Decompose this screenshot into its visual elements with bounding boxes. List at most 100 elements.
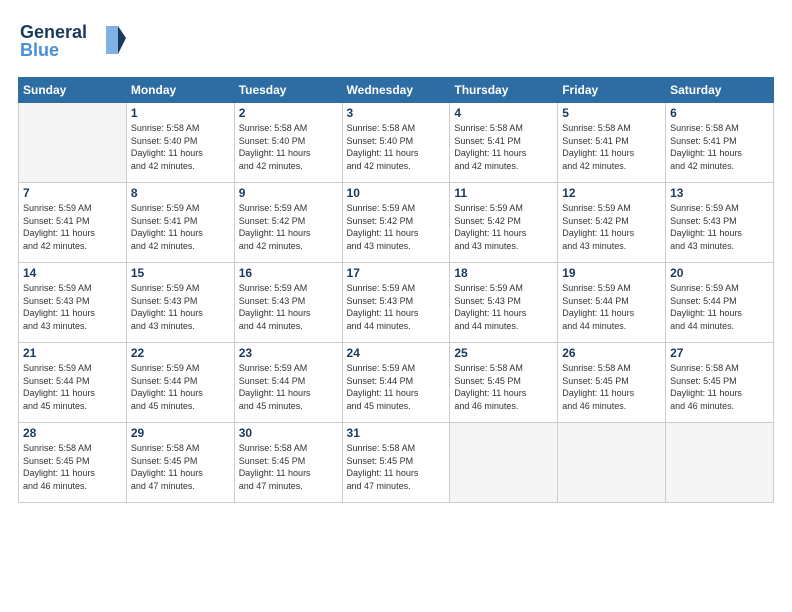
day-number: 9: [239, 186, 338, 200]
day-info: Sunrise: 5:58 AM Sunset: 5:40 PM Dayligh…: [347, 122, 446, 172]
weekday-header-saturday: Saturday: [666, 78, 774, 103]
day-info: Sunrise: 5:59 AM Sunset: 5:44 PM Dayligh…: [23, 362, 122, 412]
weekday-header-thursday: Thursday: [450, 78, 558, 103]
day-number: 20: [670, 266, 769, 280]
day-info: Sunrise: 5:59 AM Sunset: 5:43 PM Dayligh…: [454, 282, 553, 332]
day-number: 31: [347, 426, 446, 440]
day-info: Sunrise: 5:58 AM Sunset: 5:41 PM Dayligh…: [562, 122, 661, 172]
calendar-cell: 10 Sunrise: 5:59 AM Sunset: 5:42 PM Dayli…: [342, 183, 450, 263]
day-number: 2: [239, 106, 338, 120]
day-number: 19: [562, 266, 661, 280]
week-row-4: 21 Sunrise: 5:59 AM Sunset: 5:44 PM Dayli…: [19, 343, 774, 423]
day-info: Sunrise: 5:59 AM Sunset: 5:44 PM Dayligh…: [347, 362, 446, 412]
calendar-cell: 28Sunrise: 5:58 AM Sunset: 5:45 PM Dayli…: [19, 423, 127, 503]
day-info: Sunrise: 5:59 AM Sunset: 5:41 PM Dayligh…: [131, 202, 230, 252]
day-number: 7: [23, 186, 122, 200]
day-info: Sunrise: 5:58 AM Sunset: 5:40 PM Dayligh…: [131, 122, 230, 172]
day-number: 5: [562, 106, 661, 120]
day-info: Sunrise: 5:59 AM Sunset: 5:42 PM Dayligh…: [347, 202, 446, 252]
weekday-header-friday: Friday: [558, 78, 666, 103]
calendar-cell: 17 Sunrise: 5:59 AM Sunset: 5:43 PM Dayli…: [342, 263, 450, 343]
calendar-cell: 22Sunrise: 5:59 AM Sunset: 5:44 PM Dayli…: [126, 343, 234, 423]
day-info: Sunrise: 5:59 AM Sunset: 5:42 PM Dayligh…: [239, 202, 338, 252]
week-row-2: 7 Sunrise: 5:59 AM Sunset: 5:41 PM Daylig…: [19, 183, 774, 263]
day-number: 18: [454, 266, 553, 280]
week-row-3: 14 Sunrise: 5:59 AM Sunset: 5:43 PM Dayli…: [19, 263, 774, 343]
weekday-header-tuesday: Tuesday: [234, 78, 342, 103]
day-number: 27: [670, 346, 769, 360]
calendar-cell: 4 Sunrise: 5:58 AM Sunset: 5:41 PM Daylig…: [450, 103, 558, 183]
day-number: 11: [454, 186, 553, 200]
day-number: 3: [347, 106, 446, 120]
calendar-cell: 19Sunrise: 5:59 AM Sunset: 5:44 PM Dayli…: [558, 263, 666, 343]
day-number: 21: [23, 346, 122, 360]
day-number: 17: [347, 266, 446, 280]
calendar-page: General Blue SundayMondayTuesdayWednesda…: [0, 0, 792, 612]
logo-content: General Blue: [18, 18, 128, 67]
calendar-cell: 16 Sunrise: 5:59 AM Sunset: 5:43 PM Dayli…: [234, 263, 342, 343]
day-info: Sunrise: 5:59 AM Sunset: 5:44 PM Dayligh…: [670, 282, 769, 332]
day-info: Sunrise: 5:58 AM Sunset: 5:45 PM Dayligh…: [454, 362, 553, 412]
calendar-cell: 18 Sunrise: 5:59 AM Sunset: 5:43 PM Dayli…: [450, 263, 558, 343]
calendar-cell: 30Sunrise: 5:58 AM Sunset: 5:45 PM Dayli…: [234, 423, 342, 503]
calendar-cell: 1 Sunrise: 5:58 AM Sunset: 5:40 PM Daylig…: [126, 103, 234, 183]
calendar-cell: 21 Sunrise: 5:59 AM Sunset: 5:44 PM Dayli…: [19, 343, 127, 423]
day-info: Sunrise: 5:58 AM Sunset: 5:45 PM Dayligh…: [239, 442, 338, 492]
day-number: 15: [131, 266, 230, 280]
day-number: 23: [239, 346, 338, 360]
day-number: 14: [23, 266, 122, 280]
day-info: Sunrise: 5:59 AM Sunset: 5:42 PM Dayligh…: [562, 202, 661, 252]
day-info: Sunrise: 5:59 AM Sunset: 5:43 PM Dayligh…: [670, 202, 769, 252]
calendar-cell: 27 Sunrise: 5:58 AM Sunset: 5:45 PM Dayli…: [666, 343, 774, 423]
day-number: 26: [562, 346, 661, 360]
calendar-cell: [666, 423, 774, 503]
calendar-cell: [19, 103, 127, 183]
day-info: Sunrise: 5:58 AM Sunset: 5:41 PM Dayligh…: [670, 122, 769, 172]
day-info: Sunrise: 5:59 AM Sunset: 5:43 PM Dayligh…: [23, 282, 122, 332]
day-info: Sunrise: 5:58 AM Sunset: 5:45 PM Dayligh…: [562, 362, 661, 412]
day-number: 24: [347, 346, 446, 360]
calendar-cell: 3 Sunrise: 5:58 AM Sunset: 5:40 PM Daylig…: [342, 103, 450, 183]
day-number: 4: [454, 106, 553, 120]
logo: General Blue: [18, 18, 128, 67]
calendar-cell: 14 Sunrise: 5:59 AM Sunset: 5:43 PM Dayli…: [19, 263, 127, 343]
day-info: Sunrise: 5:59 AM Sunset: 5:41 PM Dayligh…: [23, 202, 122, 252]
calendar-cell: 23Sunrise: 5:59 AM Sunset: 5:44 PM Dayli…: [234, 343, 342, 423]
day-info: Sunrise: 5:58 AM Sunset: 5:45 PM Dayligh…: [347, 442, 446, 492]
svg-text:Blue: Blue: [20, 40, 59, 60]
day-number: 6: [670, 106, 769, 120]
calendar-cell: 25 Sunrise: 5:58 AM Sunset: 5:45 PM Dayli…: [450, 343, 558, 423]
day-info: Sunrise: 5:59 AM Sunset: 5:43 PM Dayligh…: [131, 282, 230, 332]
weekday-header-wednesday: Wednesday: [342, 78, 450, 103]
calendar-table: SundayMondayTuesdayWednesdayThursdayFrid…: [18, 77, 774, 503]
calendar-cell: [450, 423, 558, 503]
day-info: Sunrise: 5:58 AM Sunset: 5:41 PM Dayligh…: [454, 122, 553, 172]
calendar-cell: 29Sunrise: 5:58 AM Sunset: 5:45 PM Dayli…: [126, 423, 234, 503]
day-number: 22: [131, 346, 230, 360]
day-info: Sunrise: 5:58 AM Sunset: 5:45 PM Dayligh…: [670, 362, 769, 412]
day-info: Sunrise: 5:59 AM Sunset: 5:43 PM Dayligh…: [239, 282, 338, 332]
calendar-cell: 8 Sunrise: 5:59 AM Sunset: 5:41 PM Daylig…: [126, 183, 234, 263]
weekday-header-sunday: Sunday: [19, 78, 127, 103]
day-number: 12: [562, 186, 661, 200]
day-number: 8: [131, 186, 230, 200]
svg-text:General: General: [20, 22, 87, 42]
day-info: Sunrise: 5:58 AM Sunset: 5:45 PM Dayligh…: [23, 442, 122, 492]
calendar-cell: 6 Sunrise: 5:58 AM Sunset: 5:41 PM Daylig…: [666, 103, 774, 183]
calendar-cell: 11 Sunrise: 5:59 AM Sunset: 5:42 PM Dayli…: [450, 183, 558, 263]
day-number: 1: [131, 106, 230, 120]
calendar-cell: 31 Sunrise: 5:58 AM Sunset: 5:45 PM Dayli…: [342, 423, 450, 503]
calendar-cell: 12 Sunrise: 5:59 AM Sunset: 5:42 PM Dayli…: [558, 183, 666, 263]
calendar-cell: 13Sunrise: 5:59 AM Sunset: 5:43 PM Dayli…: [666, 183, 774, 263]
calendar-cell: 9 Sunrise: 5:59 AM Sunset: 5:42 PM Daylig…: [234, 183, 342, 263]
day-number: 25: [454, 346, 553, 360]
week-row-5: 28Sunrise: 5:58 AM Sunset: 5:45 PM Dayli…: [19, 423, 774, 503]
weekday-header-monday: Monday: [126, 78, 234, 103]
day-number: 10: [347, 186, 446, 200]
day-number: 16: [239, 266, 338, 280]
calendar-cell: 5 Sunrise: 5:58 AM Sunset: 5:41 PM Daylig…: [558, 103, 666, 183]
calendar-cell: 7 Sunrise: 5:59 AM Sunset: 5:41 PM Daylig…: [19, 183, 127, 263]
day-info: Sunrise: 5:59 AM Sunset: 5:43 PM Dayligh…: [347, 282, 446, 332]
calendar-cell: [558, 423, 666, 503]
day-info: Sunrise: 5:59 AM Sunset: 5:42 PM Dayligh…: [454, 202, 553, 252]
